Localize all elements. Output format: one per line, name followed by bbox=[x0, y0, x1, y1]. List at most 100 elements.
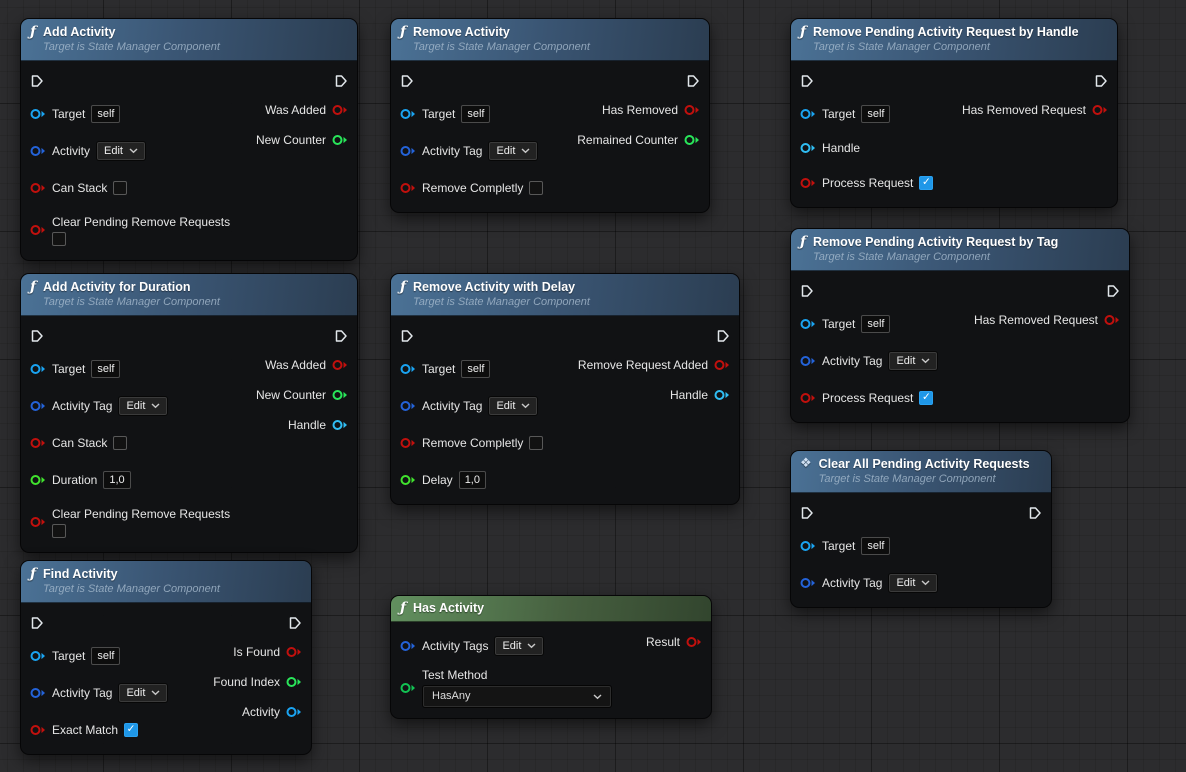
target-pin[interactable] bbox=[800, 108, 816, 120]
activity-dropdown[interactable]: Edit bbox=[96, 141, 146, 161]
exact-match-checkbox[interactable]: ✓ bbox=[124, 723, 138, 737]
was-added-pin[interactable] bbox=[332, 359, 348, 371]
remained-counter-pin[interactable] bbox=[684, 134, 700, 146]
handle-pin[interactable] bbox=[332, 419, 348, 431]
node-header[interactable]: ƒRemove Pending Activity Request by TagT… bbox=[791, 229, 1129, 271]
blueprint-node-remove-pending-activity-request-by-tag[interactable]: ƒRemove Pending Activity Request by TagT… bbox=[790, 228, 1130, 423]
activity-pin[interactable] bbox=[30, 145, 46, 157]
target-input[interactable]: self bbox=[91, 105, 120, 123]
blueprint-node-add-activity[interactable]: ƒAdd ActivityTarget is State Manager Com… bbox=[20, 18, 358, 261]
activity-tags-pin[interactable] bbox=[400, 640, 416, 652]
was-added-pin[interactable] bbox=[332, 104, 348, 116]
target-pin[interactable] bbox=[800, 318, 816, 330]
delay-input[interactable]: 1,0 bbox=[459, 471, 486, 489]
target-input[interactable]: self bbox=[861, 315, 890, 333]
activity-tag-dropdown[interactable]: Edit bbox=[118, 683, 168, 703]
remove-completly-pin[interactable] bbox=[400, 182, 416, 194]
exec-out-pin[interactable] bbox=[1094, 74, 1108, 88]
new-counter-pin[interactable] bbox=[332, 389, 348, 401]
node-header[interactable]: ƒRemove Pending Activity Request by Hand… bbox=[791, 19, 1117, 61]
target-input[interactable]: self bbox=[861, 537, 890, 555]
node-header[interactable]: ❖Clear All Pending Activity RequestsTarg… bbox=[791, 451, 1051, 493]
activity-pin[interactable] bbox=[286, 706, 302, 718]
exec-out-pin[interactable] bbox=[1106, 284, 1120, 298]
exec-in-pin[interactable] bbox=[30, 616, 44, 630]
exec-in-pin[interactable] bbox=[800, 74, 814, 88]
exec-out-pin[interactable] bbox=[288, 616, 302, 630]
blueprint-node-clear-all-pending-activity-requests[interactable]: ❖Clear All Pending Activity RequestsTarg… bbox=[790, 450, 1052, 608]
node-header[interactable]: ƒRemove ActivityTarget is State Manager … bbox=[391, 19, 709, 61]
exec-in-pin[interactable] bbox=[400, 74, 414, 88]
exec-out-pin[interactable] bbox=[686, 74, 700, 88]
exec-in-pin[interactable] bbox=[400, 329, 414, 343]
blueprint-node-add-activity-for-duration[interactable]: ƒAdd Activity for DurationTarget is Stat… bbox=[20, 273, 358, 553]
remove-completly-checkbox[interactable] bbox=[529, 181, 543, 195]
node-header[interactable]: ƒAdd Activity for DurationTarget is Stat… bbox=[21, 274, 357, 316]
delay-pin[interactable] bbox=[400, 474, 416, 486]
is-found-pin[interactable] bbox=[286, 646, 302, 658]
target-input[interactable]: self bbox=[461, 360, 490, 378]
duration-pin[interactable] bbox=[30, 474, 46, 486]
node-header[interactable]: ƒAdd ActivityTarget is State Manager Com… bbox=[21, 19, 357, 61]
remove-completly-pin[interactable] bbox=[400, 437, 416, 449]
target-pin[interactable] bbox=[30, 108, 46, 120]
exec-in-pin[interactable] bbox=[30, 329, 44, 343]
target-pin[interactable] bbox=[400, 363, 416, 375]
activity-tag-pin[interactable] bbox=[400, 400, 416, 412]
new-counter-pin[interactable] bbox=[332, 134, 348, 146]
activity-tag-dropdown[interactable]: Edit bbox=[888, 351, 938, 371]
activity-tag-dropdown[interactable]: Edit bbox=[488, 396, 538, 416]
target-input[interactable]: self bbox=[861, 105, 890, 123]
process-request-checkbox[interactable]: ✓ bbox=[919, 176, 933, 190]
activity-tag-pin[interactable] bbox=[800, 355, 816, 367]
activity-tag-pin[interactable] bbox=[400, 145, 416, 157]
activity-tag-pin[interactable] bbox=[30, 687, 46, 699]
exact-match-pin[interactable] bbox=[30, 724, 46, 736]
graph-canvas[interactable]: ƒAdd ActivityTarget is State Manager Com… bbox=[0, 0, 1186, 772]
blueprint-node-has-activity[interactable]: ƒHas ActivityActivity TagsEditTest Metho… bbox=[390, 595, 712, 719]
blueprint-node-remove-activity[interactable]: ƒRemove ActivityTarget is State Manager … bbox=[390, 18, 710, 213]
activity-tag-dropdown[interactable]: Edit bbox=[888, 573, 938, 593]
clear-pending-remove-requests-checkbox[interactable] bbox=[52, 232, 66, 246]
test-method-pin[interactable] bbox=[400, 682, 416, 694]
target-pin[interactable] bbox=[30, 363, 46, 375]
target-input[interactable]: self bbox=[91, 360, 120, 378]
exec-out-pin[interactable] bbox=[334, 74, 348, 88]
can-stack-pin[interactable] bbox=[30, 182, 46, 194]
activity-tag-pin[interactable] bbox=[30, 400, 46, 412]
target-input[interactable]: self bbox=[91, 647, 120, 665]
target-pin[interactable] bbox=[800, 540, 816, 552]
activity-tag-dropdown[interactable]: Edit bbox=[118, 396, 168, 416]
process-request-pin[interactable] bbox=[800, 177, 816, 189]
test-method-select[interactable]: HasAny bbox=[422, 685, 612, 708]
activity-tag-dropdown[interactable]: Edit bbox=[488, 141, 538, 161]
process-request-pin[interactable] bbox=[800, 392, 816, 404]
process-request-checkbox[interactable]: ✓ bbox=[919, 391, 933, 405]
result-pin[interactable] bbox=[686, 636, 702, 648]
has-removed-request-pin[interactable] bbox=[1092, 104, 1108, 116]
can-stack-checkbox[interactable] bbox=[113, 181, 127, 195]
node-header[interactable]: ƒFind ActivityTarget is State Manager Co… bbox=[21, 561, 311, 603]
exec-out-pin[interactable] bbox=[716, 329, 730, 343]
activity-tags-dropdown[interactable]: Edit bbox=[494, 636, 544, 656]
handle-pin[interactable] bbox=[714, 389, 730, 401]
found-index-pin[interactable] bbox=[286, 676, 302, 688]
node-header[interactable]: ƒHas Activity bbox=[391, 596, 711, 622]
exec-out-pin[interactable] bbox=[1028, 506, 1042, 520]
target-pin[interactable] bbox=[30, 650, 46, 662]
clear-pending-remove-requests-pin[interactable] bbox=[30, 224, 46, 236]
handle-pin[interactable] bbox=[800, 142, 816, 154]
can-stack-pin[interactable] bbox=[30, 437, 46, 449]
has-removed-request-pin[interactable] bbox=[1104, 314, 1120, 326]
remove-request-added-pin[interactable] bbox=[714, 359, 730, 371]
exec-out-pin[interactable] bbox=[334, 329, 348, 343]
duration-input[interactable]: 1,0 bbox=[103, 471, 130, 489]
target-pin[interactable] bbox=[400, 108, 416, 120]
clear-pending-remove-requests-checkbox[interactable] bbox=[52, 524, 66, 538]
blueprint-node-remove-pending-activity-request-by-handle[interactable]: ƒRemove Pending Activity Request by Hand… bbox=[790, 18, 1118, 208]
has-removed-pin[interactable] bbox=[684, 104, 700, 116]
target-input[interactable]: self bbox=[461, 105, 490, 123]
node-header[interactable]: ƒRemove Activity with DelayTarget is Sta… bbox=[391, 274, 739, 316]
remove-completly-checkbox[interactable] bbox=[529, 436, 543, 450]
exec-in-pin[interactable] bbox=[800, 284, 814, 298]
